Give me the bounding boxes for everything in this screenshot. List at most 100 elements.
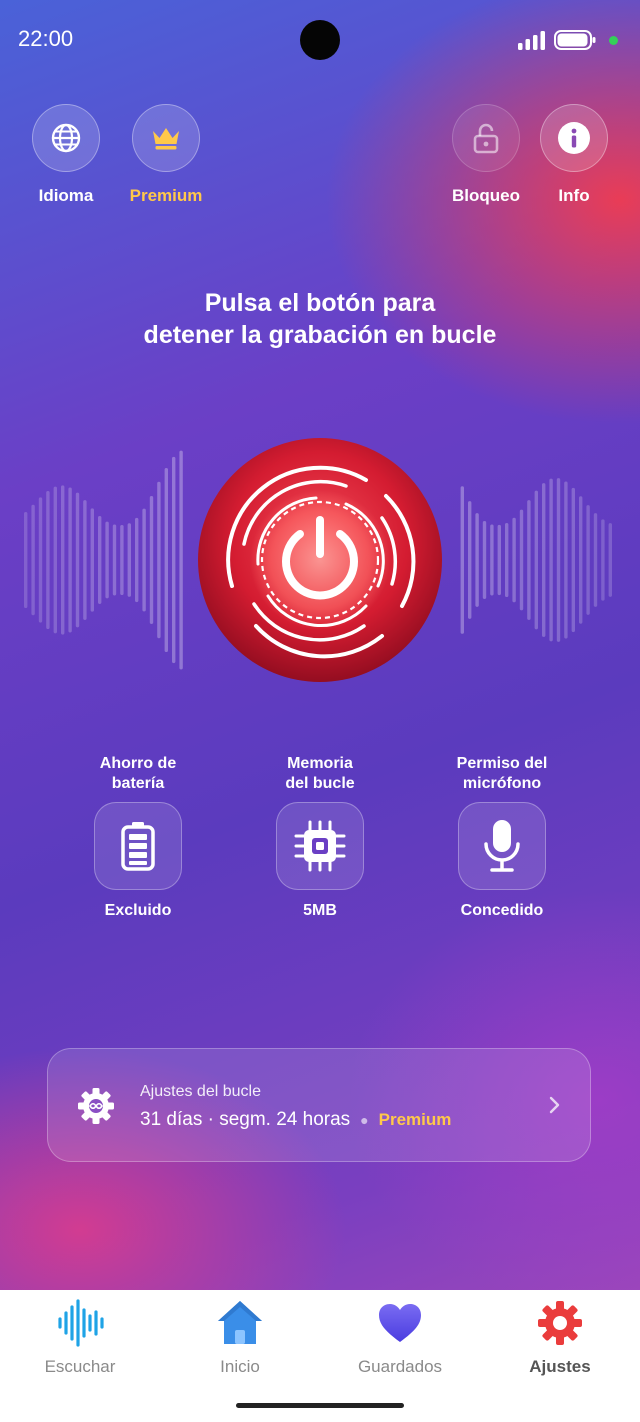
sound-wave-bar [75,492,80,628]
sound-wave-bar [490,524,494,596]
loop-settings-title: Ajustes del bucle [140,1083,261,1100]
sound-wave-bar [149,496,154,624]
power-button[interactable] [196,436,444,684]
battery-saving-title-line2: batería [111,775,165,792]
sound-wave-bar [142,508,146,612]
loop-memory-title: Memoria del bucle [235,754,405,794]
sound-wave-bar [601,519,605,601]
mic-permission-title: Permiso del micrófono [417,754,587,794]
sound-wave-bar [505,522,509,598]
sound-wave-bar [571,487,575,633]
crown-icon [153,128,179,150]
loop-memory-title-line2: del bucle [285,775,355,792]
mic-permission-box[interactable] [458,802,546,890]
soundwave-icon [58,1299,104,1347]
sound-wave-bar [31,504,35,616]
home-indicator[interactable] [236,1403,404,1408]
sound-wave-bar [98,515,102,605]
sound-wave-bar [24,511,28,609]
privacy-indicator-dot [609,36,618,45]
sound-wave-bar [38,497,43,623]
sound-wave-bar [135,517,139,603]
battery-saving-value: Excluido [104,902,172,919]
loop-memory-value: 5MB [303,902,337,919]
nav-saved-label: Guardados [357,1357,443,1376]
nav-settings-label: Ajustes [529,1357,591,1376]
battery-saving-title: Ahorro de batería [53,754,223,794]
info-label: Info [558,186,590,205]
sound-wave-bar [83,500,87,620]
loop-settings-detail: 31 días · segm. 24 horas [140,1109,351,1130]
mic-permission-title-line1: Permiso del [456,755,548,772]
heart-icon [379,1304,421,1342]
nav-home[interactable]: Inicio [160,1298,320,1377]
loop-settings-card[interactable]: Ajustes del bucle 31 días · segm. 24 hor… [47,1048,591,1162]
camera-cutout [300,20,340,60]
sound-wave-bar [556,478,561,642]
info-button[interactable]: Info [524,104,624,206]
signal-icon [518,31,545,50]
lock-icon [473,123,499,154]
sound-wave-bar [534,490,538,630]
instruction-line-1: Pulsa el botón para [204,289,436,317]
settings-gear-icon [538,1301,582,1345]
gear-icon [78,1088,114,1124]
bottom-navigation: Escuchar Inicio Guardados Ajustes [0,1290,640,1422]
sound-wave-bar [105,521,109,599]
sound-wave-bar [608,523,612,597]
sound-wave-bar [468,501,472,619]
language-button[interactable]: Idioma [16,104,116,206]
instruction-line-2: detener la grabación en bucle [143,321,497,349]
instruction-headline: Pulsa el botón para detener la grabación… [0,287,640,351]
chip-icon [294,820,346,872]
sound-wave-bar [164,467,168,653]
sound-wave-bar [586,505,590,615]
mic-permission-value: Concedido [460,902,544,919]
nav-saved[interactable]: Guardados [320,1298,480,1377]
lock-button[interactable]: Bloqueo [436,104,536,206]
battery-saving-title-line1: Ahorro de [99,755,177,772]
loop-memory-box[interactable] [276,802,364,890]
sound-wave-bar [179,450,183,670]
loop-memory-card[interactable]: Memoria del bucle 5MB [235,754,405,920]
sound-wave-bar [61,485,65,635]
sound-wave-bar [475,513,479,607]
battery-saving-box[interactable] [94,802,182,890]
sound-wave-bar [127,523,131,597]
nav-settings[interactable]: Ajustes [480,1298,640,1377]
loop-memory-title-line1: Memoria [287,755,353,772]
battery-status-icon [554,30,596,50]
sound-wave-bar [482,521,487,599]
sound-wave-bar [519,509,524,611]
nav-listen[interactable]: Escuchar [0,1298,160,1377]
sound-wave-bar [172,456,176,664]
sound-wave-bar [460,486,464,634]
nav-listen-label: Escuchar [44,1357,116,1376]
sound-wave-bar [549,478,553,642]
sound-wave-bar [593,513,598,607]
premium-label: Premium [129,186,203,205]
premium-button[interactable]: Premium [116,104,216,206]
lock-label: Bloqueo [452,186,520,205]
status-bar: 22:00 [0,0,640,80]
battery-saving-card[interactable]: Ahorro de batería Excluido [53,754,223,920]
sound-wave-bar [120,524,124,596]
info-icon [558,122,590,154]
sound-wave-bar [512,517,516,603]
sound-wave-bar [542,483,546,637]
chevron-right-icon [549,1096,560,1114]
sound-wave-bar [579,496,583,624]
sound-wave-bar [53,486,57,634]
sound-wave-bar [46,490,50,630]
status-time: 22:00 [18,26,74,51]
sound-wave-bar [157,481,161,639]
sound-wave-bar [527,500,531,620]
loop-settings-premium-badge: Premium [378,1110,452,1129]
battery-icon [121,822,155,871]
sound-wave-bar [112,524,117,596]
language-label: Idioma [38,186,94,205]
mic-permission-card[interactable]: Permiso del micrófono Concedido [417,754,587,920]
sound-wave-bar [90,508,94,612]
nav-home-label: Inicio [220,1357,260,1376]
mic-permission-title-line2: micrófono [462,775,542,792]
